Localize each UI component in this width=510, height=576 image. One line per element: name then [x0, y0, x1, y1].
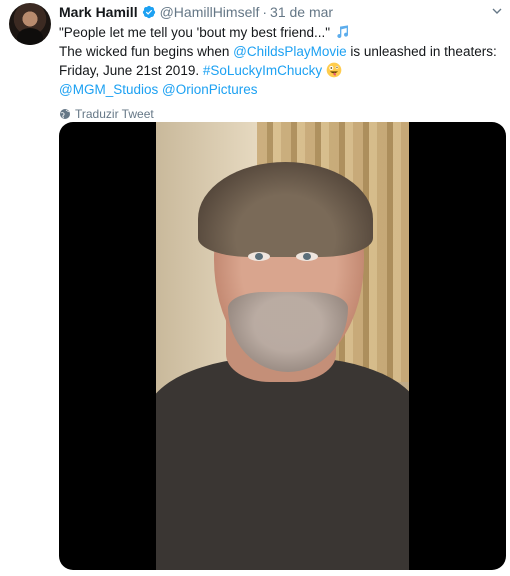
chevron-down-icon[interactable] — [489, 3, 505, 19]
translate-label: Traduzir Tweet — [75, 107, 154, 121]
mention-childsplaymovie[interactable]: @ChildsPlayMovie — [233, 44, 347, 59]
tweet-content: Mark Hamill @HamillHimself · 31 de mar "… — [59, 3, 505, 123]
mention-orionpictures[interactable]: @OrionPictures — [162, 82, 257, 97]
video-player[interactable] — [59, 122, 506, 570]
tweet-line-mentions: @MGM_Studios @OrionPictures — [59, 80, 505, 99]
mention-mgm-studios[interactable]: @MGM_Studios — [59, 82, 158, 97]
tweet-text: "People let me tell you 'bout my best fr… — [59, 23, 505, 99]
avatar[interactable] — [9, 3, 51, 45]
author-handle[interactable]: @HamillHimself — [160, 4, 260, 20]
translate-tweet-link[interactable]: Traduzir Tweet — [59, 105, 505, 123]
person-sweater — [156, 357, 409, 570]
video-frame — [156, 122, 409, 570]
person-right-eye — [296, 252, 318, 261]
tweet: Mark Hamill @HamillHimself · 31 de mar "… — [0, 0, 510, 576]
person-left-eye — [248, 252, 270, 261]
zany-face-emoji — [326, 62, 342, 78]
announcement-prefix: The wicked fun begins when — [59, 44, 234, 59]
verified-badge-icon — [142, 5, 155, 19]
globe-icon — [60, 109, 70, 119]
tweet-header: Mark Hamill @HamillHimself · 31 de mar — [59, 3, 505, 21]
author-name[interactable]: Mark Hamill — [59, 4, 138, 20]
music-notes-emoji — [337, 25, 348, 39]
tweet-line-quote: "People let me tell you 'bout my best fr… — [59, 23, 505, 42]
tweet-date[interactable]: 31 de mar — [270, 4, 333, 20]
tweet-line-announcement: The wicked fun begins when @ChildsPlayMo… — [59, 42, 505, 80]
hashtag-solucky[interactable]: #SoLuckyImChucky — [203, 63, 322, 78]
separator-dot: · — [262, 4, 268, 20]
quote-text: "People let me tell you 'bout my best fr… — [59, 25, 331, 40]
